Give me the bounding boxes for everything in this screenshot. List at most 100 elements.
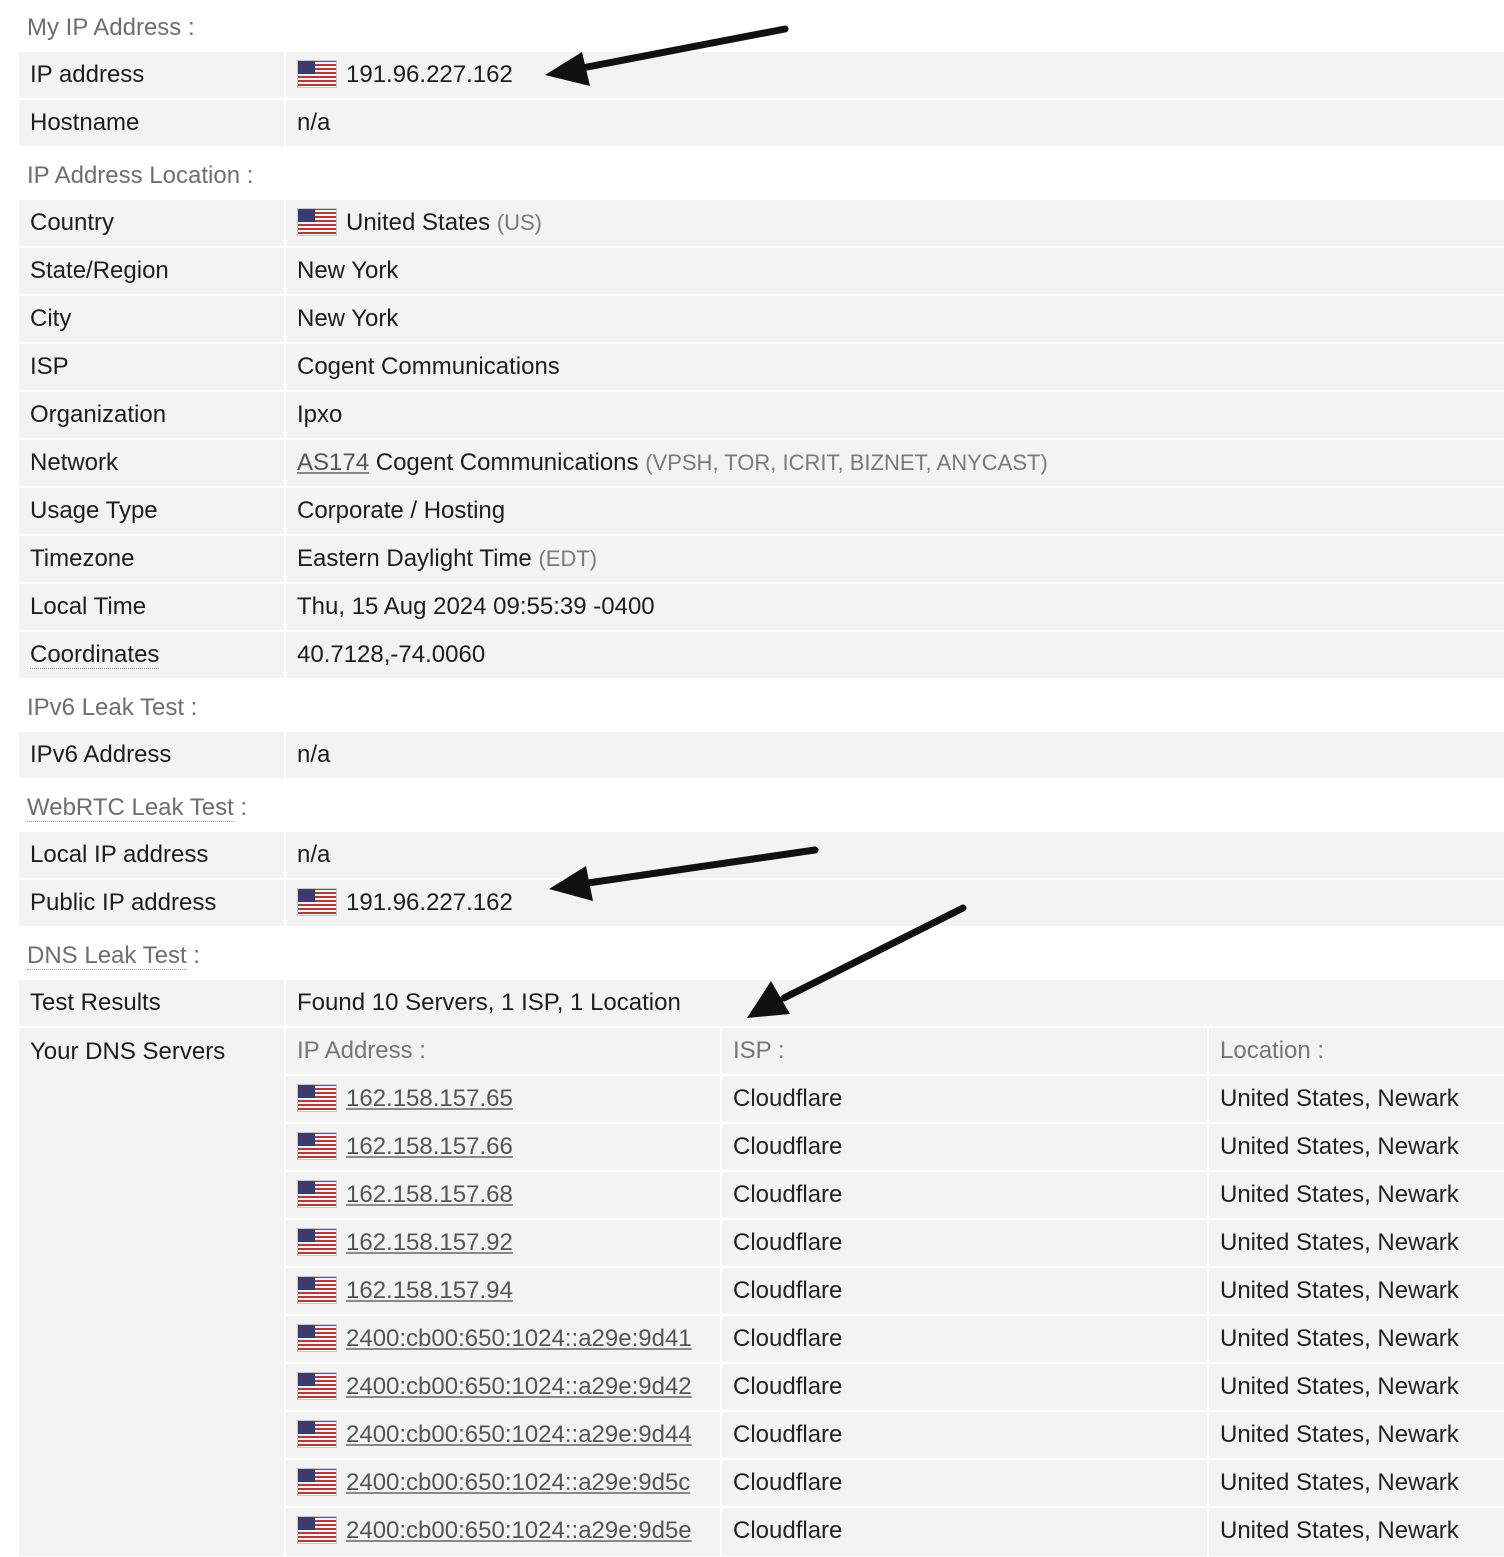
dns-isp-cell: Cloudflare — [722, 1268, 1207, 1314]
row-region: State/Region New York — [19, 248, 1504, 296]
label-network: Network — [19, 440, 284, 486]
dns-ip-link[interactable]: 2400:cb00:650:1024::a29e:9d41 — [346, 1325, 692, 1352]
webrtc-title-link[interactable]: WebRTC Leak Test — [27, 794, 234, 822]
dns-location-cell: United States, Newark — [1209, 1220, 1504, 1266]
row-usage-type: Usage Type Corporate / Hosting — [19, 488, 1504, 536]
us-flag-icon — [297, 888, 337, 916]
dns-ip-cell: 2400:cb00:650:1024::a29e:9d44 — [286, 1412, 720, 1458]
row-timezone: Timezone Eastern Daylight Time (EDT) — [19, 536, 1504, 584]
row-hostname: Hostname n/a — [19, 100, 1504, 148]
label-country: Country — [19, 200, 284, 246]
value-local-time: Thu, 15 Aug 2024 09:55:39 -0400 — [286, 584, 1504, 630]
row-organization: Organization Ipxo — [19, 392, 1504, 440]
dns-ip-link[interactable]: 2400:cb00:650:1024::a29e:9d42 — [346, 1373, 692, 1400]
dns-server-row: 2400:cb00:650:1024::a29e:9d5e Cloudflare U… — [286, 1508, 1504, 1556]
value-local-ip: n/a — [286, 832, 1504, 878]
label-isp: ISP — [19, 344, 284, 390]
dns-servers-table: IP Address : ISP : Location : 162.158.15… — [286, 1028, 1504, 1556]
dns-location-cell: United States, Newark — [1209, 1316, 1504, 1362]
country-name: United States — [346, 209, 491, 236]
value-public-ip: 191.96.227.162 — [286, 880, 1504, 926]
value-city: New York — [286, 296, 1504, 342]
row-test-results: Test Results Found 10 Servers, 1 ISP, 1 … — [19, 980, 1504, 1028]
us-flag-icon — [297, 60, 337, 88]
timezone-abbr: (EDT) — [538, 546, 598, 571]
dns-server-row: 2400:cb00:650:1024::a29e:9d44 Cloudflare U… — [286, 1412, 1504, 1460]
dns-ip-link[interactable]: 162.158.157.68 — [346, 1181, 513, 1208]
dns-server-row: 162.158.157.92 Cloudflare United States, N… — [286, 1220, 1504, 1268]
label-usage-type: Usage Type — [19, 488, 284, 534]
us-flag-icon — [297, 1180, 337, 1208]
value-isp: Cogent Communications — [286, 344, 1504, 390]
dns-ip-link[interactable]: 162.158.157.92 — [346, 1229, 513, 1256]
dns-servers-block: Your DNS Servers IP Address : ISP : Loca… — [19, 1028, 1504, 1556]
dns-ip-link[interactable]: 162.158.157.65 — [346, 1085, 513, 1112]
dns-location-cell: United States, Newark — [1209, 1508, 1504, 1556]
dns-isp-cell: Cloudflare — [722, 1508, 1207, 1556]
value-network: AS174 Cogent Communications (VPSH, TOR, … — [286, 440, 1504, 486]
dns-ip-link[interactable]: 2400:cb00:650:1024::a29e:9d44 — [346, 1421, 692, 1448]
dns-ip-cell: 162.158.157.66 — [286, 1124, 720, 1170]
ip-info-panel: My IP Address : IP address 191.96.227.16… — [19, 0, 1504, 1556]
country-code: (US) — [496, 210, 542, 235]
webrtc-title-suffix: : — [233, 794, 248, 821]
dns-ip-cell: 2400:cb00:650:1024::a29e:9d5e — [286, 1508, 720, 1556]
dns-location-cell: United States, Newark — [1209, 1460, 1504, 1506]
dns-ip-cell: 162.158.157.92 — [286, 1220, 720, 1266]
row-coordinates: Coordinates 40.7128,-74.0060 — [19, 632, 1504, 680]
dns-isp-cell: Cloudflare — [722, 1172, 1207, 1218]
dns-ip-cell: 162.158.157.65 — [286, 1076, 720, 1122]
network-as-link[interactable]: AS174 — [297, 449, 369, 476]
label-city: City — [19, 296, 284, 342]
dns-isp-cell: Cloudflare — [722, 1364, 1207, 1410]
dns-ip-cell: 2400:cb00:650:1024::a29e:9d41 — [286, 1316, 720, 1362]
header-location: Location : — [1209, 1028, 1504, 1074]
row-city: City New York — [19, 296, 1504, 344]
label-local-time: Local Time — [19, 584, 284, 630]
row-ipv6-address: IPv6 Address n/a — [19, 732, 1504, 780]
label-local-ip: Local IP address — [19, 832, 284, 878]
dns-title-suffix: : — [186, 942, 200, 969]
section-title-dns: DNS Leak Test : — [19, 928, 1504, 980]
dns-title-link[interactable]: DNS Leak Test — [27, 942, 187, 970]
label-ipv6-address: IPv6 Address — [19, 732, 284, 778]
dns-table-header: IP Address : ISP : Location : — [286, 1028, 1504, 1076]
dns-server-row: 2400:cb00:650:1024::a29e:9d5c Cloudflare U… — [286, 1460, 1504, 1508]
dns-isp-cell: Cloudflare — [722, 1220, 1207, 1266]
coordinates-label-text[interactable]: Coordinates — [30, 641, 160, 669]
section-title-my-ip: My IP Address : — [27, 14, 195, 41]
dns-ip-cell: 162.158.157.94 — [286, 1268, 720, 1314]
value-organization: Ipxo — [286, 392, 1504, 438]
network-tags: (VPSH, TOR, ICRIT, BIZNET, ANYCAST) — [645, 450, 1048, 475]
header-ip-address: IP Address : — [286, 1028, 720, 1074]
label-test-results: Test Results — [19, 980, 284, 1026]
dns-ip-link[interactable]: 162.158.157.66 — [346, 1133, 513, 1160]
dns-server-row: 162.158.157.65 Cloudflare United States, N… — [286, 1076, 1504, 1124]
dns-ip-link[interactable]: 162.158.157.94 — [346, 1277, 513, 1304]
dns-location-cell: United States, Newark — [1209, 1364, 1504, 1410]
row-local-time: Local Time Thu, 15 Aug 2024 09:55:39 -04… — [19, 584, 1504, 632]
dns-server-row: 2400:cb00:650:1024::a29e:9d41 Cloudflare U… — [286, 1316, 1504, 1364]
dns-ip-cell: 2400:cb00:650:1024::a29e:9d5c — [286, 1460, 720, 1506]
us-flag-icon — [297, 208, 337, 236]
dns-isp-cell: Cloudflare — [722, 1124, 1207, 1170]
us-flag-icon — [297, 1132, 337, 1160]
dns-isp-cell: Cloudflare — [722, 1076, 1207, 1122]
label-timezone: Timezone — [19, 536, 284, 582]
label-ip-address: IP address — [19, 52, 284, 98]
dns-ip-link[interactable]: 2400:cb00:650:1024::a29e:9d5c — [346, 1469, 690, 1496]
value-coordinates: 40.7128,-74.0060 — [286, 632, 1504, 678]
section-title-webrtc: WebRTC Leak Test : — [19, 780, 1504, 832]
us-flag-icon — [297, 1516, 337, 1544]
dns-server-row: 162.158.157.66 Cloudflare United States, N… — [286, 1124, 1504, 1172]
value-ipv6-address: n/a — [286, 732, 1504, 778]
timezone-name: Eastern Daylight Time — [297, 545, 532, 572]
row-network: Network AS174 Cogent Communications (VPS… — [19, 440, 1504, 488]
dns-ip-link[interactable]: 2400:cb00:650:1024::a29e:9d5e — [346, 1517, 692, 1544]
section-title-ipv6: IPv6 Leak Test : — [27, 694, 198, 721]
dns-isp-cell: Cloudflare — [722, 1412, 1207, 1458]
label-coordinates[interactable]: Coordinates — [19, 632, 284, 678]
dns-isp-cell: Cloudflare — [722, 1316, 1207, 1362]
row-isp: ISP Cogent Communications — [19, 344, 1504, 392]
value-timezone: Eastern Daylight Time (EDT) — [286, 536, 1504, 582]
